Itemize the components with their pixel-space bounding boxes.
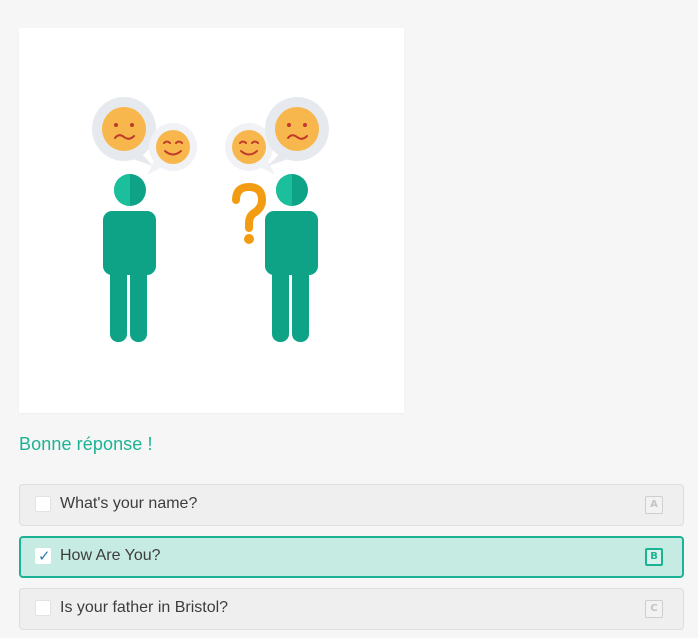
answer-option-c[interactable]: Is your father in Bristol? C: [19, 588, 684, 630]
left-person-body: [103, 211, 156, 275]
worried-emoji-icon: [275, 107, 319, 151]
question-illustration: [19, 28, 404, 413]
checkbox[interactable]: ✓: [35, 547, 51, 565]
shortcut-key-badge: B: [645, 548, 663, 566]
happy-emoji-icon: [232, 130, 266, 164]
worried-emoji-icon: [102, 107, 146, 151]
checkbox[interactable]: [35, 496, 51, 512]
answer-option-label: What's your name?: [60, 495, 198, 512]
checkmark-icon: ✓: [38, 547, 51, 565]
quiz-page: Bonne réponse ! What's your name? A ✓ Ho…: [0, 0, 698, 638]
answer-option-a[interactable]: What's your name? A: [19, 484, 684, 526]
answer-option-label: How Are You?: [60, 547, 161, 564]
happy-emoji-icon: [156, 130, 190, 164]
shortcut-key-badge: C: [645, 600, 663, 618]
answer-options: What's your name? A ✓ How Are You? B Is …: [19, 484, 684, 638]
shortcut-key-badge: A: [645, 496, 663, 514]
answer-option-label: Is your father in Bristol?: [60, 599, 229, 616]
question-mark-icon: [232, 182, 267, 232]
two-people-conversation-icon: [92, 97, 329, 342]
answer-feedback: Bonne réponse !: [19, 434, 153, 454]
right-person-body: [265, 211, 318, 275]
answer-option-b[interactable]: ✓ How Are You? B: [19, 536, 684, 578]
checkbox[interactable]: [35, 600, 51, 616]
